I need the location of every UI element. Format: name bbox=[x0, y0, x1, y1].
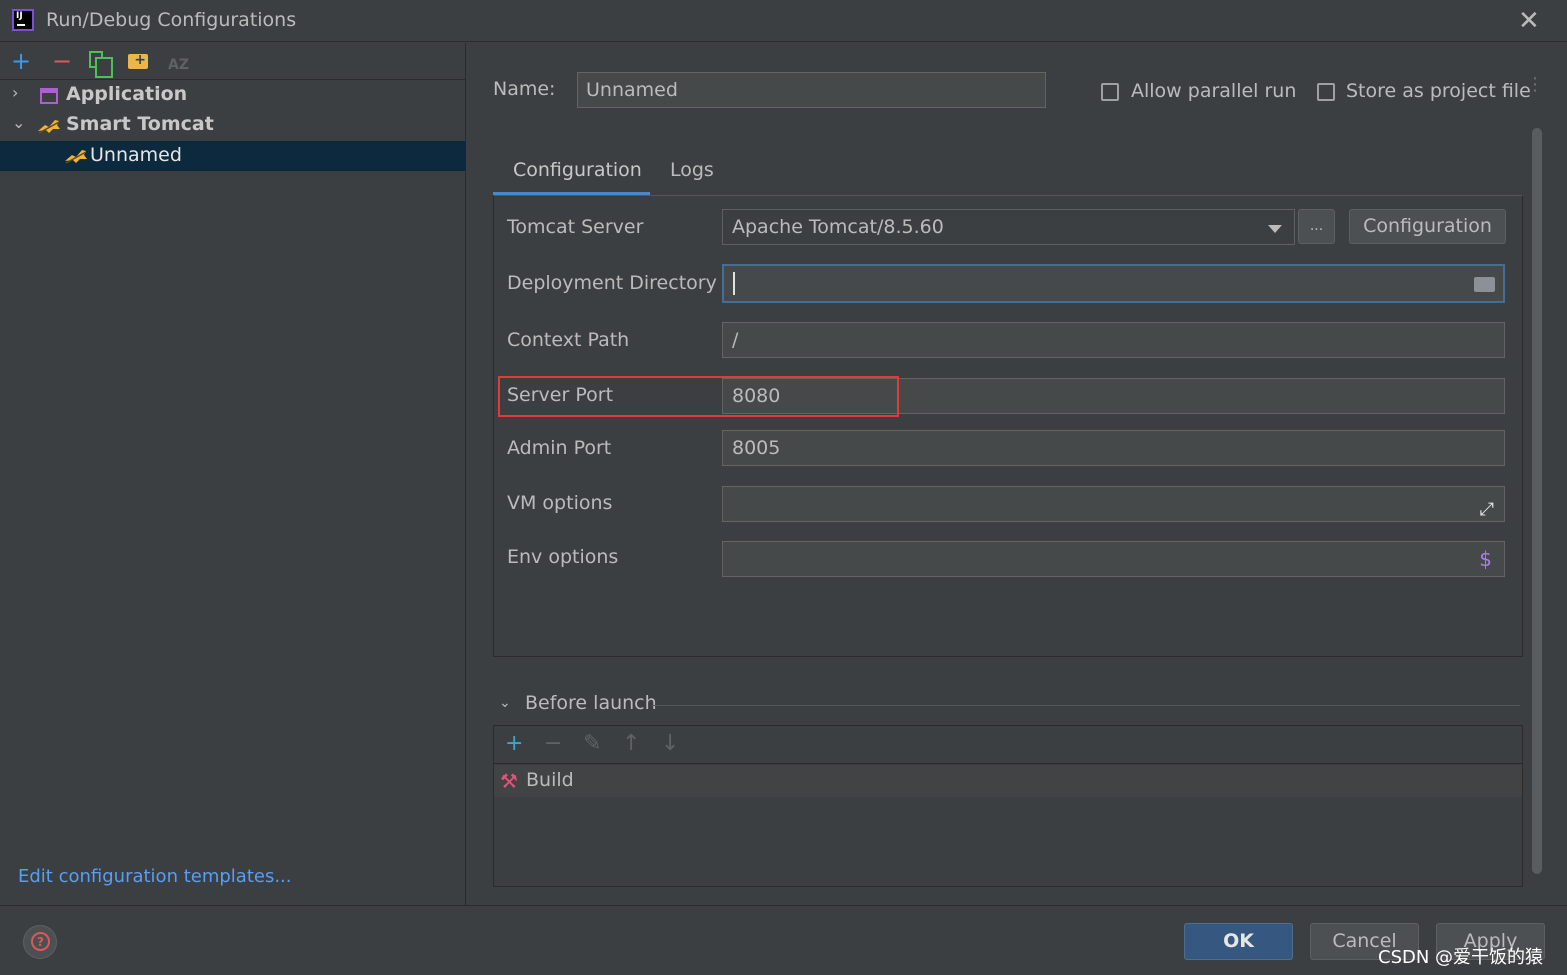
vm-options-input[interactable]: ⤢ bbox=[722, 486, 1505, 522]
admin-port-label: Admin Port bbox=[507, 437, 612, 459]
before-launch-toolbar: + − ✎ ↑ ↓ bbox=[494, 726, 1522, 764]
configuration-editor: Name: Unnamed Allow parallel run Store a… bbox=[467, 43, 1567, 905]
move-down-icon[interactable]: ↓ bbox=[661, 731, 679, 756]
close-icon[interactable]: ✕ bbox=[1518, 6, 1540, 36]
chevron-right-icon[interactable]: › bbox=[12, 83, 18, 102]
hammer-icon: ⚒ bbox=[500, 769, 518, 793]
title-bar: IJ Run/Debug Configurations ✕ bbox=[0, 0, 1567, 42]
dialog-button-bar: ? OK Cancel Apply CSDN @爱干饭的猿 bbox=[0, 905, 1567, 975]
context-path-label: Context Path bbox=[507, 329, 630, 351]
env-options-label: Env options bbox=[507, 546, 619, 568]
tab-bar: Configuration Logs bbox=[493, 151, 1523, 196]
tree-item-label: Unnamed bbox=[90, 144, 182, 166]
before-launch-panel: + − ✎ ↑ ↓ ⚒ Build bbox=[493, 725, 1523, 887]
tab-configuration[interactable]: Configuration bbox=[513, 159, 642, 181]
configurations-sidebar: + − AZ › Application ⌄ Smart Tomcat Unna… bbox=[0, 43, 466, 905]
watermark: CSDN @爱干饭的猿 bbox=[1378, 947, 1544, 968]
dropdown-arrow-icon bbox=[1268, 225, 1282, 233]
question-icon: ? bbox=[31, 932, 50, 951]
store-as-project-file-label[interactable]: Store as project file bbox=[1346, 80, 1531, 102]
deployment-directory-label: Deployment Directory bbox=[507, 272, 717, 294]
more-options-icon[interactable]: ⋮ bbox=[1526, 76, 1544, 94]
tomcat-server-label: Tomcat Server bbox=[507, 216, 644, 238]
allow-parallel-run-label[interactable]: Allow parallel run bbox=[1131, 80, 1296, 102]
chevron-down-icon[interactable]: ⌄ bbox=[12, 113, 25, 132]
copy-configuration-icon[interactable] bbox=[89, 51, 113, 78]
allow-parallel-run-checkbox[interactable] bbox=[1101, 83, 1119, 101]
chevron-down-icon[interactable]: ⌄ bbox=[499, 695, 511, 711]
ok-button[interactable]: OK bbox=[1184, 923, 1293, 960]
tree-item-label: Smart Tomcat bbox=[66, 113, 214, 135]
new-folder-icon[interactable] bbox=[128, 46, 148, 74]
sort-alphabetically-icon[interactable]: AZ bbox=[168, 51, 189, 79]
remove-configuration-button[interactable]: − bbox=[52, 47, 72, 75]
move-up-icon[interactable]: ↑ bbox=[622, 731, 640, 756]
edit-configuration-templates-link[interactable]: Edit configuration templates... bbox=[18, 866, 292, 887]
context-path-input[interactable]: / bbox=[722, 322, 1505, 358]
window-title: Run/Debug Configurations bbox=[46, 9, 297, 31]
store-as-project-file-checkbox[interactable] bbox=[1317, 83, 1335, 101]
sidebar-toolbar: + − AZ bbox=[0, 43, 466, 80]
before-launch-label[interactable]: Before launch bbox=[525, 692, 657, 714]
list-item[interactable]: ⚒ Build bbox=[494, 765, 1522, 797]
tomcat-icon bbox=[65, 150, 87, 164]
name-label: Name: bbox=[493, 78, 556, 100]
tree-item-unnamed[interactable]: Unnamed bbox=[0, 141, 466, 171]
vm-options-label: VM options bbox=[507, 492, 613, 514]
build-task-label: Build bbox=[526, 769, 574, 791]
tomcat-icon bbox=[38, 120, 60, 134]
env-options-input[interactable]: $ bbox=[722, 541, 1505, 577]
tomcat-server-value: Apache Tomcat/8.5.60 bbox=[732, 216, 944, 238]
tab-logs[interactable]: Logs bbox=[670, 159, 714, 181]
application-icon bbox=[40, 88, 58, 104]
admin-port-input[interactable]: 8005 bbox=[722, 430, 1505, 466]
add-configuration-button[interactable]: + bbox=[11, 47, 31, 75]
name-input[interactable]: Unnamed bbox=[577, 72, 1046, 108]
expand-icon[interactable]: ⤢ bbox=[1480, 493, 1494, 527]
help-button[interactable]: ? bbox=[23, 925, 57, 959]
add-task-button[interactable]: + bbox=[505, 731, 523, 756]
tomcat-server-select[interactable]: Apache Tomcat/8.5.60 bbox=[722, 209, 1295, 245]
intellij-app-icon: IJ bbox=[12, 9, 34, 31]
tomcat-configuration-button[interactable]: Configuration bbox=[1349, 209, 1506, 244]
remove-task-button[interactable]: − bbox=[544, 731, 562, 756]
highlight-annotation-box bbox=[498, 376, 899, 417]
text-caret bbox=[733, 272, 735, 295]
scrollbar-thumb[interactable] bbox=[1532, 128, 1542, 874]
tree-item-smart-tomcat[interactable]: ⌄ Smart Tomcat bbox=[0, 110, 466, 140]
folder-icon[interactable] bbox=[1474, 277, 1495, 292]
separator bbox=[652, 705, 1520, 706]
tree-item-label: Application bbox=[66, 83, 188, 105]
edit-task-icon[interactable]: ✎ bbox=[583, 731, 601, 756]
browse-tomcat-button[interactable]: ... bbox=[1298, 209, 1335, 244]
environment-variables-icon[interactable]: $ bbox=[1479, 542, 1492, 576]
deployment-directory-input[interactable] bbox=[722, 264, 1505, 303]
tree-item-application[interactable]: › Application bbox=[0, 80, 466, 110]
